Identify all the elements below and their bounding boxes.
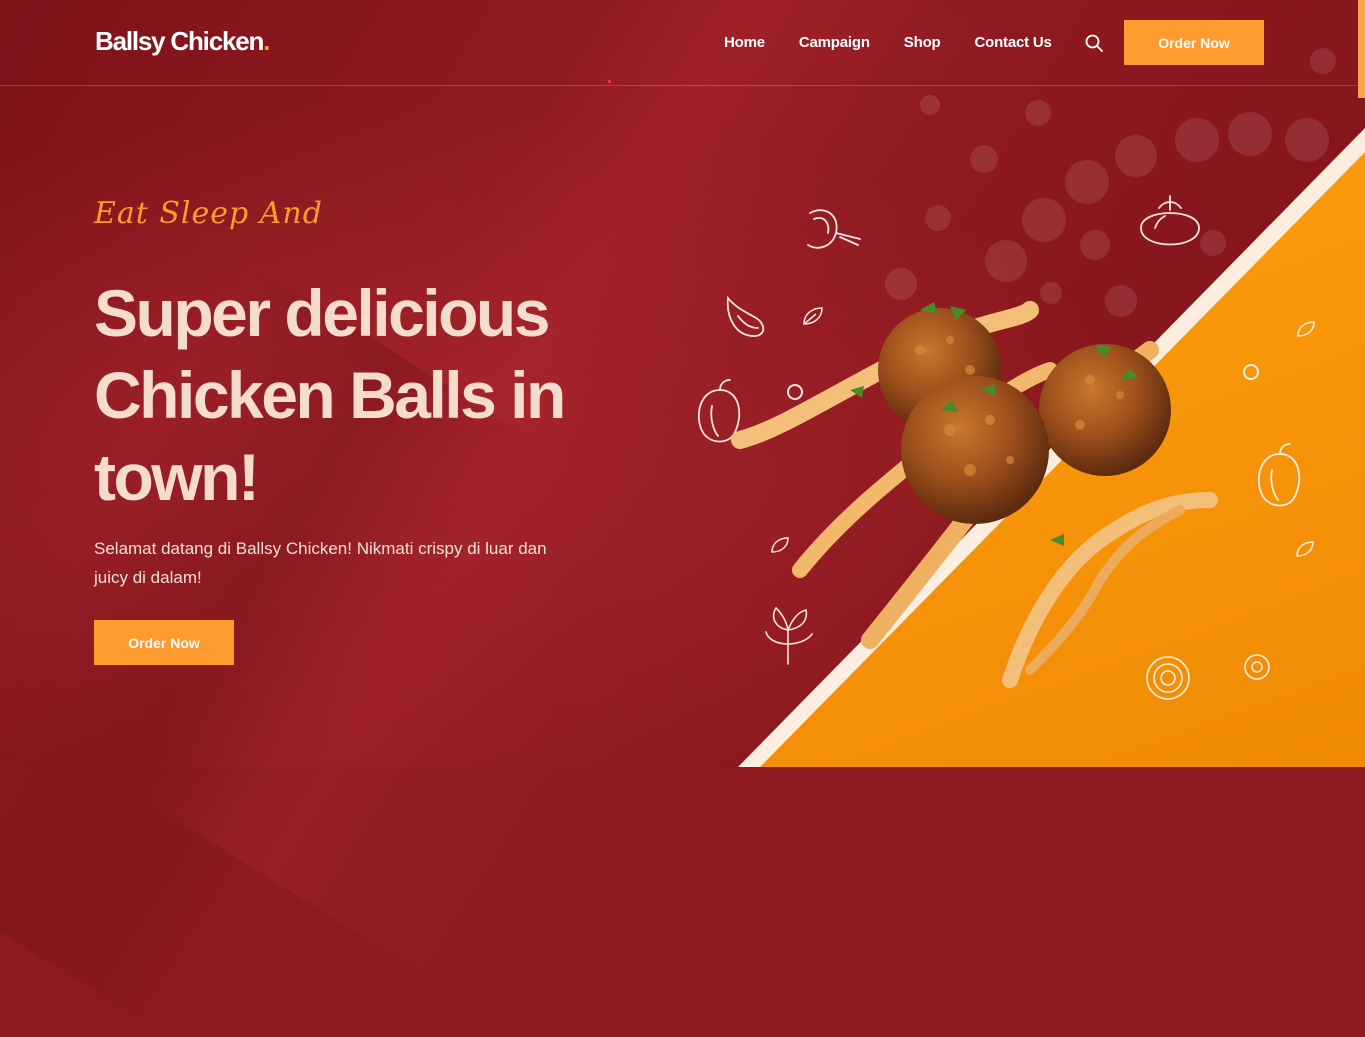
leaf-doodle-icon	[1296, 541, 1314, 557]
nav-campaign[interactable]: Campaign	[799, 34, 870, 51]
bokeh-dot	[1228, 112, 1272, 156]
nav-shop[interactable]: Shop	[904, 34, 941, 51]
decorative-dot	[608, 80, 611, 83]
bokeh-dot	[970, 145, 998, 173]
scrollbar-thumb[interactable]	[1358, 0, 1365, 98]
bokeh-dot	[1285, 118, 1329, 162]
main-nav: Home Campaign Shop Contact Us	[724, 34, 1086, 51]
leaf-doodle-icon	[1297, 321, 1315, 337]
site-header: Ballsy Chicken. Home Campaign Shop Conta…	[0, 0, 1365, 86]
hero-tagline: Eat Sleep And	[94, 196, 323, 231]
chicken-balls-image	[731, 301, 1218, 688]
header-order-now-button[interactable]: Order Now	[1124, 20, 1264, 65]
hero-description: Selamat datang di Ballsy Chicken! Nikmat…	[94, 539, 547, 587]
bokeh-dot	[1175, 118, 1219, 162]
brand-logo[interactable]: Ballsy Chicken.	[95, 26, 270, 57]
lemon-slice-doodle-icon	[1244, 654, 1270, 680]
hero-order-now-button[interactable]: Order Now	[94, 620, 234, 665]
bokeh-dot	[1115, 135, 1157, 177]
search-icon[interactable]	[1084, 33, 1104, 53]
hero-headline: Super delicious Chicken Balls in town!	[94, 276, 566, 514]
bokeh-dot	[920, 95, 940, 115]
brand-name: Ballsy Chicken	[95, 26, 264, 56]
nav-contact-us[interactable]: Contact Us	[975, 34, 1052, 51]
ring-doodle-icon	[1243, 364, 1259, 380]
nav-home[interactable]: Home	[724, 34, 765, 51]
pepper-doodle-icon	[1257, 443, 1301, 507]
brand-dot: .	[263, 26, 270, 56]
bokeh-dot	[1025, 100, 1051, 126]
